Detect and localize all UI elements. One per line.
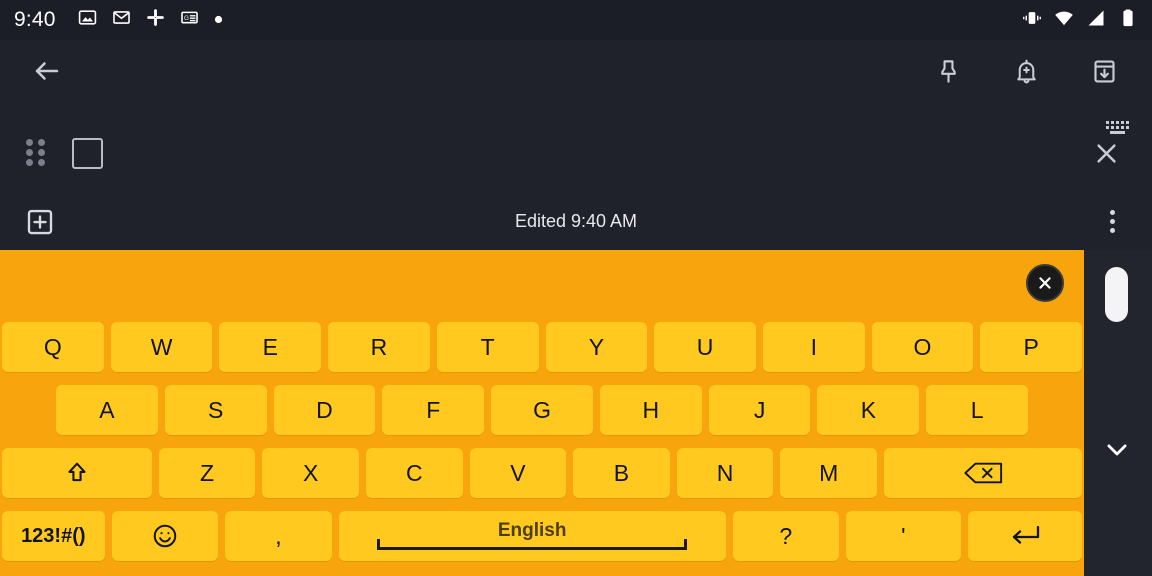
close-icon[interactable] bbox=[1086, 133, 1126, 173]
key-f[interactable]: F bbox=[382, 385, 485, 435]
key-b[interactable]: B bbox=[573, 448, 670, 498]
drag-handle-icon[interactable] bbox=[26, 138, 52, 168]
keyboard-row-3: Z X C V B N M bbox=[0, 444, 1084, 502]
key-u[interactable]: U bbox=[654, 322, 756, 372]
checklist-checkbox[interactable] bbox=[72, 137, 103, 169]
keyboard-row-2: A S D F G H J K L bbox=[0, 381, 1084, 439]
backspace-key[interactable] bbox=[884, 448, 1083, 498]
key-h[interactable]: H bbox=[599, 385, 702, 435]
phone-screen: 9:40 G Edited 9:40 AM Q W E R T Y U I O … bbox=[0, 0, 1152, 576]
key-v[interactable]: V bbox=[469, 448, 567, 498]
question-key[interactable]: ? bbox=[732, 511, 840, 561]
key-w[interactable]: W bbox=[110, 322, 213, 372]
key-t[interactable]: T bbox=[436, 322, 539, 372]
status-clock: 9:40 bbox=[14, 8, 56, 31]
wifi-icon bbox=[1054, 8, 1074, 33]
enter-key[interactable] bbox=[967, 511, 1082, 561]
app-bar-actions bbox=[926, 49, 1126, 93]
drag-dot bbox=[26, 158, 33, 166]
keyboard-row-4: 123!#() , English ? ' bbox=[0, 507, 1084, 565]
key-e[interactable]: E bbox=[219, 322, 322, 372]
drag-dot bbox=[38, 138, 45, 146]
note-bottom-bar: Edited 9:40 AM bbox=[0, 193, 1152, 250]
status-bar: 9:40 G bbox=[0, 0, 1152, 40]
key-q[interactable]: Q bbox=[2, 322, 104, 372]
chevron-down-icon[interactable] bbox=[1100, 432, 1134, 466]
key-o[interactable]: O bbox=[871, 322, 974, 372]
on-screen-keyboard: Q W E R T Y U I O P A S D F G H J K L Z bbox=[0, 250, 1084, 576]
overflow-menu-icon[interactable] bbox=[1092, 202, 1132, 242]
pin-icon[interactable] bbox=[926, 49, 970, 93]
comma-key[interactable]: , bbox=[225, 511, 332, 561]
svg-text:G: G bbox=[184, 15, 189, 22]
key-k[interactable]: K bbox=[817, 385, 920, 435]
key-y[interactable]: Y bbox=[545, 322, 648, 372]
symbols-key[interactable]: 123!#() bbox=[2, 511, 105, 561]
keyboard-right-strip bbox=[1084, 250, 1152, 576]
key-s[interactable]: S bbox=[164, 385, 267, 435]
space-key[interactable]: English bbox=[338, 511, 726, 561]
status-system-icons bbox=[1022, 8, 1138, 33]
drag-dot bbox=[26, 148, 33, 156]
key-a[interactable]: A bbox=[56, 385, 158, 435]
vibrate-icon bbox=[1022, 8, 1042, 33]
notification-dot-icon bbox=[214, 11, 223, 29]
drag-dot bbox=[38, 148, 45, 156]
shift-key[interactable] bbox=[2, 448, 152, 498]
google-news-icon: G bbox=[180, 8, 199, 32]
overflow-dot bbox=[1109, 219, 1115, 224]
photos-icon bbox=[78, 8, 97, 32]
key-z[interactable]: Z bbox=[158, 448, 256, 498]
key-j[interactable]: J bbox=[708, 385, 811, 435]
drag-dot bbox=[26, 138, 33, 146]
apostrophe-key[interactable]: ' bbox=[846, 511, 961, 561]
keyboard-close-icon[interactable] bbox=[1026, 264, 1064, 302]
battery-icon bbox=[1118, 8, 1138, 33]
overflow-dot bbox=[1109, 210, 1115, 215]
space-bracket bbox=[377, 539, 687, 550]
archive-icon[interactable] bbox=[1082, 49, 1126, 93]
drag-dot bbox=[38, 158, 45, 166]
overflow-dot bbox=[1109, 228, 1115, 233]
key-g[interactable]: G bbox=[491, 385, 593, 435]
key-n[interactable]: N bbox=[676, 448, 774, 498]
key-c[interactable]: C bbox=[365, 448, 463, 498]
cellular-signal-icon bbox=[1086, 8, 1106, 33]
key-l[interactable]: L bbox=[926, 385, 1029, 435]
slack-icon bbox=[146, 8, 165, 32]
key-m[interactable]: M bbox=[780, 448, 877, 498]
keyboard-resize-handle[interactable] bbox=[1105, 267, 1128, 322]
edited-timestamp: Edited 9:40 AM bbox=[514, 211, 638, 231]
emoji-key[interactable] bbox=[111, 511, 219, 561]
app-top-bar bbox=[0, 40, 1152, 102]
key-i[interactable]: I bbox=[762, 322, 865, 372]
reminder-bell-icon[interactable] bbox=[1004, 49, 1048, 93]
gmail-icon bbox=[112, 8, 131, 32]
keyboard-header bbox=[0, 250, 1084, 318]
status-notification-icons: G bbox=[78, 8, 223, 32]
checklist-item-row[interactable] bbox=[0, 125, 1152, 181]
key-p[interactable]: P bbox=[980, 322, 1083, 372]
key-x[interactable]: X bbox=[262, 448, 359, 498]
key-d[interactable]: D bbox=[273, 385, 376, 435]
add-box-icon[interactable] bbox=[20, 202, 60, 242]
back-button[interactable] bbox=[26, 50, 68, 92]
keyboard-row-1: Q W E R T Y U I O P bbox=[0, 318, 1084, 376]
key-r[interactable]: R bbox=[328, 322, 430, 372]
